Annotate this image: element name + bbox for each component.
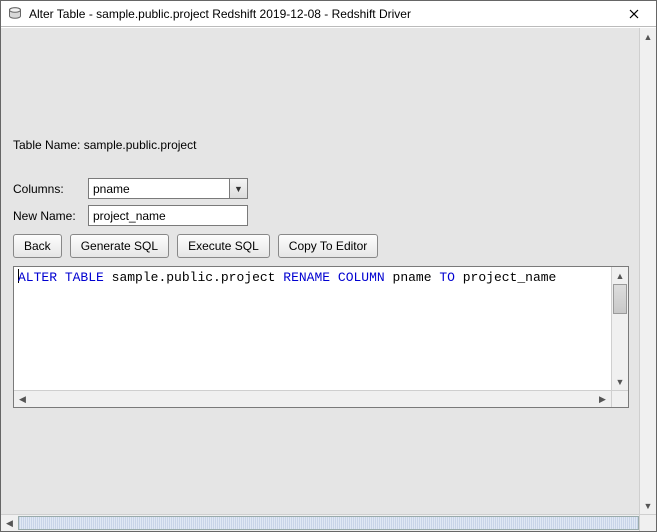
scroll-left-icon[interactable]: ◀ [1,515,18,531]
client-area: Table Name: sample.public.project Column… [1,27,656,531]
scroll-left-icon[interactable]: ◀ [14,391,31,407]
outer-vertical-scrollbar[interactable]: ▲ ▼ [639,28,656,514]
database-icon [7,6,23,22]
outer-horizontal-scrollbar[interactable]: ◀ ▶ [1,514,656,531]
scroll-corner [639,514,656,531]
close-button[interactable] [614,2,654,26]
sql-vertical-scrollbar[interactable]: ▲ ▼ [611,267,628,390]
columns-label: Columns: [13,182,88,196]
content-panel: Table Name: sample.public.project Column… [1,28,639,514]
new-name-label: New Name: [13,209,88,223]
scroll-thumb[interactable] [18,516,639,530]
columns-selected: pname [93,182,130,196]
execute-sql-button[interactable]: Execute SQL [177,234,270,258]
columns-combo[interactable]: pname ▼ [88,178,248,199]
scroll-up-icon[interactable]: ▲ [640,28,656,45]
titlebar[interactable]: Alter Table - sample.public.project Reds… [1,1,656,27]
sql-text[interactable]: ALTER TABLE sample.public.project RENAME… [14,267,611,390]
table-name-row: Table Name: sample.public.project [13,138,629,152]
scroll-right-icon[interactable]: ▶ [594,391,611,407]
chevron-down-icon[interactable]: ▼ [229,179,247,198]
sql-output-panel: ALTER TABLE sample.public.project RENAME… [13,266,629,408]
table-name-label: Table Name: [13,138,80,152]
back-button[interactable]: Back [13,234,62,258]
button-row: Back Generate SQL Execute SQL Copy To Ed… [13,234,629,258]
sql-horizontal-scrollbar[interactable]: ◀ ▶ [14,390,611,407]
scroll-thumb[interactable] [613,284,627,314]
scroll-down-icon[interactable]: ▼ [612,373,628,390]
generate-sql-button[interactable]: Generate SQL [70,234,169,258]
copy-to-editor-button[interactable]: Copy To Editor [278,234,379,258]
window-title: Alter Table - sample.public.project Reds… [29,7,614,21]
scroll-down-icon[interactable]: ▼ [640,497,656,514]
scroll-up-icon[interactable]: ▲ [612,267,628,284]
table-name-value: sample.public.project [84,138,197,152]
new-name-input[interactable] [88,205,248,226]
scroll-corner [611,390,628,407]
